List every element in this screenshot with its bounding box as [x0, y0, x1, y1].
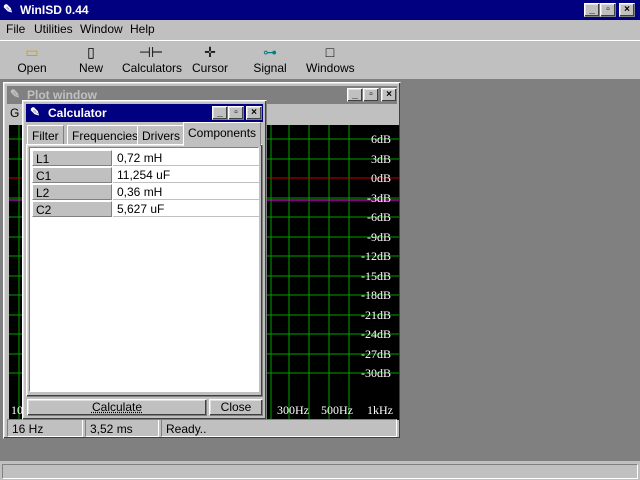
- tab-components[interactable]: Components: [183, 122, 262, 146]
- open-label: Open: [17, 61, 47, 75]
- new-button[interactable]: ▯ New: [74, 43, 108, 77]
- freq-tick-label: 1kHz: [367, 403, 393, 417]
- db-tick-label: -6dB: [367, 210, 391, 224]
- folder-open-icon: ▭: [25, 44, 39, 60]
- windows-icon: □: [325, 44, 335, 60]
- plot-close-button[interactable]: ×: [381, 88, 397, 102]
- cursor-label: Cursor: [192, 61, 229, 75]
- freq-tick-label: 500Hz: [321, 403, 353, 417]
- component-name: C2: [32, 201, 112, 217]
- tab-drivers[interactable]: Drivers: [137, 125, 185, 145]
- tab-filter[interactable]: Filter: [27, 125, 64, 145]
- component-value[interactable]: 0,36 mH: [113, 184, 259, 200]
- component-row[interactable]: C2 5,627 uF: [30, 201, 260, 218]
- db-tick-label: -9dB: [367, 230, 391, 244]
- restore-button[interactable]: ▫: [600, 3, 616, 17]
- calculate-button[interactable]: Calculate: [27, 399, 207, 416]
- menu-help[interactable]: Help: [130, 22, 155, 36]
- component-row[interactable]: C1 11,254 uF: [30, 167, 260, 184]
- cursor-icon: ✛: [204, 44, 216, 60]
- db-tick-label: -18dB: [361, 288, 391, 302]
- calculator-icon: ⊣⊢: [138, 44, 164, 60]
- status-frequency: 16 Hz: [7, 419, 83, 437]
- calc-close-action-button[interactable]: Close: [209, 399, 263, 416]
- db-tick-label: -21dB: [361, 308, 391, 322]
- db-tick-label: -3dB: [367, 191, 391, 205]
- calc-minimize-button[interactable]: _: [212, 106, 228, 120]
- menu-utilities[interactable]: Utilities: [34, 22, 73, 36]
- menu-bar: File Utilities Window Help: [0, 20, 640, 39]
- freq-tick-label: 300Hz: [277, 403, 309, 417]
- db-tick-label: -24dB: [361, 327, 391, 341]
- new-doc-icon: ▯: [87, 44, 95, 60]
- main-statusbar: [0, 461, 640, 480]
- app-icon: ✎: [3, 2, 14, 16]
- status-time: 3,52 ms: [85, 419, 159, 437]
- cursor-button[interactable]: ✛ Cursor: [192, 43, 228, 77]
- component-row[interactable]: L2 0,36 mH: [30, 184, 260, 201]
- db-tick-label: -30dB: [361, 366, 391, 380]
- calculator-titlebar: ✎ Calculator _ ▫ ×: [26, 104, 263, 122]
- windows-button[interactable]: □ Windows: [306, 43, 355, 77]
- toolbar: ▭ Open ▯ New ⊣⊢ Calculators ✛ Cursor ⊶ S…: [0, 40, 640, 89]
- main-status-panel: [2, 464, 638, 479]
- signal-gen-button[interactable]: ⊶ Signal gen.: [242, 43, 298, 89]
- component-name: L2: [32, 184, 112, 200]
- plot-restore-button[interactable]: ▫: [363, 88, 379, 102]
- db-tick-label: 6dB: [370, 132, 391, 146]
- plot-window-icon: ✎: [10, 87, 21, 101]
- plot-statusbar: 16 Hz 3,52 ms Ready..: [7, 419, 399, 437]
- calculator-window: ✎ Calculator _ ▫ × Filter Frequencies Dr…: [22, 100, 267, 420]
- menu-file[interactable]: File: [6, 22, 25, 36]
- calculators-button[interactable]: ⊣⊢ Calculators: [122, 43, 183, 77]
- db-tick-label: -15dB: [361, 269, 391, 283]
- status-state: Ready..: [161, 419, 397, 437]
- db-tick-label: 3dB: [370, 152, 391, 166]
- plot-minimize-button[interactable]: _: [347, 88, 363, 102]
- app-titlebar: ✎ WinISD 0.44 _ ▫ ×: [0, 0, 640, 20]
- calc-close-button[interactable]: ×: [246, 106, 262, 120]
- component-value[interactable]: 5,627 uF: [113, 201, 259, 217]
- calculate-label: Calculate: [91, 400, 143, 414]
- menu-window[interactable]: Window: [80, 22, 123, 36]
- app-title: WinISD 0.44: [20, 3, 89, 17]
- new-label: New: [78, 61, 103, 75]
- calculators-label: Calculators: [122, 61, 183, 75]
- db-tick-label: -27dB: [361, 347, 391, 361]
- plot-tab-stub[interactable]: G: [10, 106, 19, 120]
- calculator-window-icon: ✎: [30, 105, 41, 119]
- component-name: C1: [32, 167, 112, 183]
- windows-label: Windows: [306, 61, 355, 75]
- components-grid: L1 0,72 mH C1 11,254 uF L2 0,36 mH C2 5,…: [29, 147, 259, 392]
- component-value[interactable]: 0,72 mH: [113, 150, 259, 166]
- calc-restore-button[interactable]: ▫: [228, 106, 244, 120]
- minimize-button[interactable]: _: [584, 3, 600, 17]
- db-tick-label: -12dB: [361, 249, 391, 263]
- calculator-title: Calculator: [48, 106, 107, 120]
- open-button[interactable]: ▭ Open: [14, 43, 50, 77]
- signal-gen-icon: ⊶: [263, 44, 277, 60]
- close-button[interactable]: ×: [619, 3, 635, 17]
- component-value[interactable]: 11,254 uF: [113, 167, 259, 183]
- db-tick-label: 0dB: [370, 171, 391, 185]
- tab-frequencies[interactable]: Frequencies: [67, 125, 144, 145]
- component-row[interactable]: L1 0,72 mH: [30, 150, 260, 167]
- component-name: L1: [32, 150, 112, 166]
